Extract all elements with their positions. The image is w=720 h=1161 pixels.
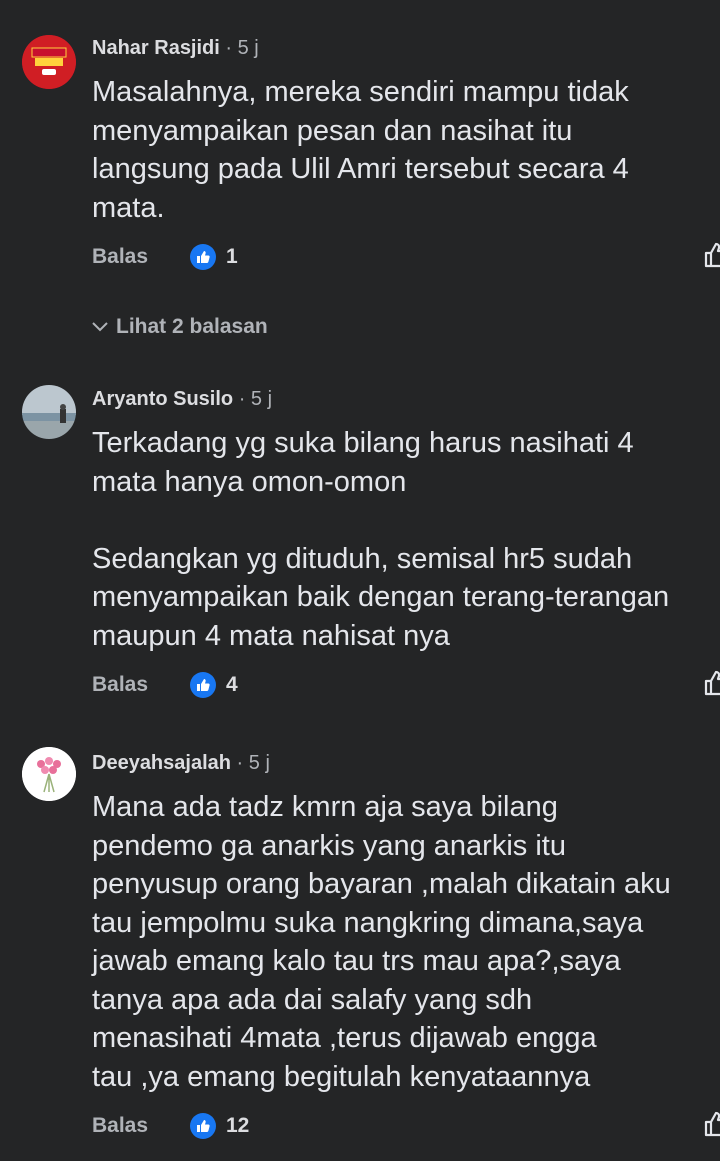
gajian-sale-logo-icon (22, 35, 76, 89)
comment-time[interactable]: · 5 j (239, 388, 272, 410)
like-button-icon[interactable] (702, 240, 720, 270)
chevron-down-icon (92, 322, 108, 332)
comment-actions: Balas 4 (92, 670, 720, 700)
like-reaction-icon (190, 244, 216, 270)
author-name[interactable]: Aryanto Susilo (92, 388, 233, 410)
like-count[interactable]: 1 (226, 242, 238, 272)
like-reaction-icon (190, 1113, 216, 1139)
comment-time[interactable]: · 5 j (225, 37, 258, 59)
avatar[interactable] (22, 747, 76, 801)
flower-bouquet-avatar-icon (22, 747, 76, 801)
comment-text: Mana ada tadz kmrn aja saya bilang pende… (92, 791, 671, 1093)
see-replies-link[interactable]: Lihat 2 balasan (92, 312, 268, 342)
like-button-icon[interactable] (702, 668, 720, 698)
comment-actions: Balas 1 (92, 242, 720, 272)
author-name[interactable]: Nahar Rasjidi (92, 37, 220, 59)
reply-button[interactable]: Balas (92, 670, 148, 700)
like-button-icon[interactable] (702, 1109, 720, 1139)
like-count[interactable]: 4 (226, 670, 238, 700)
reply-button[interactable]: Balas (92, 1111, 148, 1141)
see-replies-label: Lihat 2 balasan (116, 315, 268, 338)
comment-actions: Balas 12 (92, 1111, 720, 1141)
comment-time[interactable]: · 5 j (237, 752, 270, 774)
comment-author-line: Aryanto Susilo · 5 j (92, 388, 272, 411)
like-reaction-icon (190, 672, 216, 698)
comment-text: Masalahnya, mereka sendiri mampu tidak m… (92, 76, 629, 224)
avatar[interactable] (22, 385, 76, 439)
author-name[interactable]: Deeyahsajalah (92, 752, 231, 774)
reply-button[interactable]: Balas (92, 242, 148, 272)
avatar[interactable] (22, 35, 76, 89)
beach-photo-avatar-icon (22, 385, 76, 439)
like-count[interactable]: 12 (226, 1111, 249, 1141)
comment-author-line: Nahar Rasjidi · 5 j (92, 37, 259, 60)
comment-author-line: Deeyahsajalah · 5 j (92, 752, 270, 775)
comment-text: Terkadang yg suka bilang harus nasihati … (92, 427, 670, 652)
